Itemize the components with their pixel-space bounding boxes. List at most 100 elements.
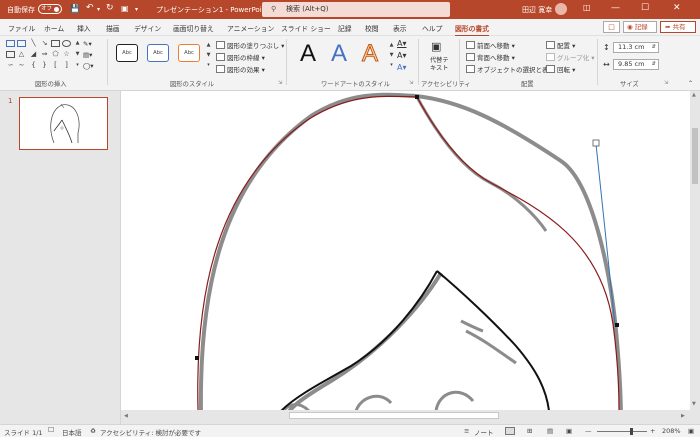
close-icon[interactable]: ✕	[673, 3, 681, 13]
send-backward-button[interactable]: 背面へ移動 ▾	[466, 52, 515, 62]
styles-scroll-down-icon[interactable]: ▼	[204, 52, 213, 59]
record-button[interactable]: ◉ 記録	[623, 21, 657, 33]
wordart-style-3[interactable]: A	[361, 41, 378, 66]
scroll-left-icon[interactable]: ◀	[124, 413, 128, 419]
styles-scroll-up-icon[interactable]: ▲	[204, 42, 213, 49]
zoom-slider-thumb[interactable]	[630, 428, 633, 435]
accessibility-status[interactable]: アクセシビリティ: 検討が必要です	[100, 427, 201, 437]
minimize-icon[interactable]: —	[611, 3, 620, 13]
autosave-toggle[interactable]: オフ	[38, 4, 62, 14]
styles-more-icon[interactable]: ▾	[204, 62, 213, 69]
tab-record[interactable]: 記録	[338, 23, 352, 33]
vertical-textbox-icon[interactable]	[17, 40, 26, 47]
spelling-icon[interactable]: ☐	[48, 426, 54, 434]
notes-button[interactable]: ノート	[474, 427, 494, 437]
share-button[interactable]: ➦ 共有	[660, 21, 696, 33]
arrow-line-icon[interactable]: ↘	[40, 40, 49, 47]
zoom-slider[interactable]	[597, 431, 647, 432]
text-effects-icon[interactable]: A▾	[397, 63, 407, 72]
height-spinner-icon[interactable]: ⇵	[652, 43, 656, 52]
width-field[interactable]: 9.85 cm ⇵	[613, 59, 659, 70]
wordart-style-2[interactable]: A	[331, 42, 347, 66]
rectangle-icon[interactable]	[51, 40, 60, 47]
zoom-level[interactable]: 208%	[662, 427, 681, 435]
textbox-icon[interactable]	[6, 40, 15, 47]
zoom-in-icon[interactable]: +	[650, 427, 655, 435]
rounded-rectangle-icon[interactable]	[6, 51, 15, 58]
selection-pane-button[interactable]: オブジェクトの選択と表示	[466, 64, 555, 74]
bracket-right-icon[interactable]: ]	[62, 62, 71, 69]
textbox-insert-icon[interactable]: ▤▾	[83, 51, 92, 59]
alt-text-label-2[interactable]: キスト	[430, 63, 448, 72]
gallery-scroll-down-icon[interactable]: ▼	[73, 51, 82, 58]
text-fill-icon[interactable]: A▾	[397, 39, 407, 48]
scroll-right-icon[interactable]: ▶	[681, 413, 685, 419]
avatar[interactable]	[555, 3, 567, 15]
line-icon[interactable]: ╲	[29, 40, 38, 47]
group-button[interactable]: グループ化 ▾	[546, 52, 594, 62]
shape-outline-button[interactable]: 図形の枠線 ▾	[216, 52, 265, 62]
style-sample-2[interactable]: Abc	[147, 44, 169, 62]
height-field[interactable]: 11.3 cm ⇵	[613, 42, 659, 53]
slide-sorter-icon[interactable]: ⊞	[527, 427, 532, 435]
wordart-style-1[interactable]: A	[300, 42, 316, 66]
style-sample-1[interactable]: Abc	[116, 44, 138, 62]
brace-right-icon[interactable]: }	[40, 62, 49, 69]
star-icon[interactable]: ☆	[62, 51, 71, 58]
vertical-scroll-thumb[interactable]	[692, 128, 698, 184]
tab-file[interactable]: ファイル	[8, 23, 35, 33]
text-outline-icon[interactable]: A▾	[397, 51, 407, 60]
comments-button[interactable]: □	[603, 21, 620, 33]
slide-thumbnail[interactable]	[19, 97, 108, 150]
tab-slideshow[interactable]: スライド ショー	[281, 23, 331, 33]
reading-view-icon[interactable]: ▤	[547, 427, 553, 435]
tab-transitions[interactable]: 画面切り替え	[173, 23, 214, 33]
slideshow-icon[interactable]: ▣	[566, 427, 572, 435]
normal-view-icon[interactable]	[505, 427, 515, 435]
tab-insert[interactable]: 挿入	[77, 23, 91, 33]
edit-shape-icon[interactable]: ✎▾	[83, 40, 92, 48]
tab-review[interactable]: 校閲	[365, 23, 379, 33]
dialog-launcher-icon[interactable]: ⇲	[278, 80, 282, 86]
ribbon-display-icon[interactable]: ◫	[583, 3, 591, 12]
dialog-launcher-icon[interactable]: ⇲	[409, 80, 413, 86]
maximize-icon[interactable]: ☐	[641, 3, 649, 13]
customize-qat-icon[interactable]: ▾	[135, 6, 138, 13]
slide-canvas[interactable]	[121, 91, 690, 410]
tab-help[interactable]: ヘルプ	[422, 23, 442, 33]
save-icon[interactable]: 💾	[70, 4, 80, 13]
brace-icon[interactable]: {	[29, 62, 38, 69]
dialog-launcher-icon[interactable]: ⇲	[664, 80, 668, 86]
gallery-more-icon[interactable]: ▾	[73, 62, 82, 69]
freeform-icon[interactable]: ∼	[17, 62, 26, 69]
tab-home[interactable]: ホーム	[44, 23, 64, 33]
shape-fill-button[interactable]: 図形の塗りつぶし ▾	[216, 40, 284, 50]
gallery-scroll-up-icon[interactable]: ▲	[73, 40, 82, 47]
align-button[interactable]: 配置 ▾	[546, 40, 575, 50]
wordart-more-icon[interactable]: ▾	[387, 62, 396, 69]
user-name[interactable]: 田辺 寛幸	[522, 5, 552, 15]
undo-icon[interactable]: ↶	[86, 3, 94, 13]
arrow-right-icon[interactable]: ⇒	[40, 51, 49, 58]
search-box[interactable]: ⚲ 検索 (Alt+Q)	[262, 2, 450, 17]
tab-design[interactable]: デザイン	[134, 23, 161, 33]
tab-draw[interactable]: 描画	[106, 23, 120, 33]
rotate-button[interactable]: 回転 ▾	[546, 64, 575, 74]
tab-view[interactable]: 表示	[393, 23, 407, 33]
merge-shapes-icon[interactable]: ◯▾	[83, 62, 94, 70]
tab-shape-format[interactable]: 図形の書式	[455, 23, 489, 37]
redo-icon[interactable]: ↻	[106, 3, 114, 13]
tab-animations[interactable]: アニメーション	[227, 23, 274, 33]
fit-to-window-icon[interactable]: ▣	[688, 427, 694, 435]
curve-icon[interactable]: ∽	[6, 62, 15, 69]
language-status[interactable]: 日本語	[62, 427, 82, 437]
oval-icon[interactable]	[62, 40, 71, 47]
horizontal-scroll-thumb[interactable]	[289, 412, 499, 419]
scroll-up-icon[interactable]: ▲	[692, 92, 696, 98]
width-spinner-icon[interactable]: ⇵	[652, 60, 656, 69]
collapse-ribbon-icon[interactable]: ⌃	[688, 80, 693, 87]
triangle-icon[interactable]: △	[17, 51, 26, 58]
scroll-down-icon[interactable]: ▼	[692, 401, 696, 407]
bring-forward-button[interactable]: 前面へ移動 ▾	[466, 40, 515, 50]
alt-text-icon[interactable]: ▣	[431, 40, 441, 53]
